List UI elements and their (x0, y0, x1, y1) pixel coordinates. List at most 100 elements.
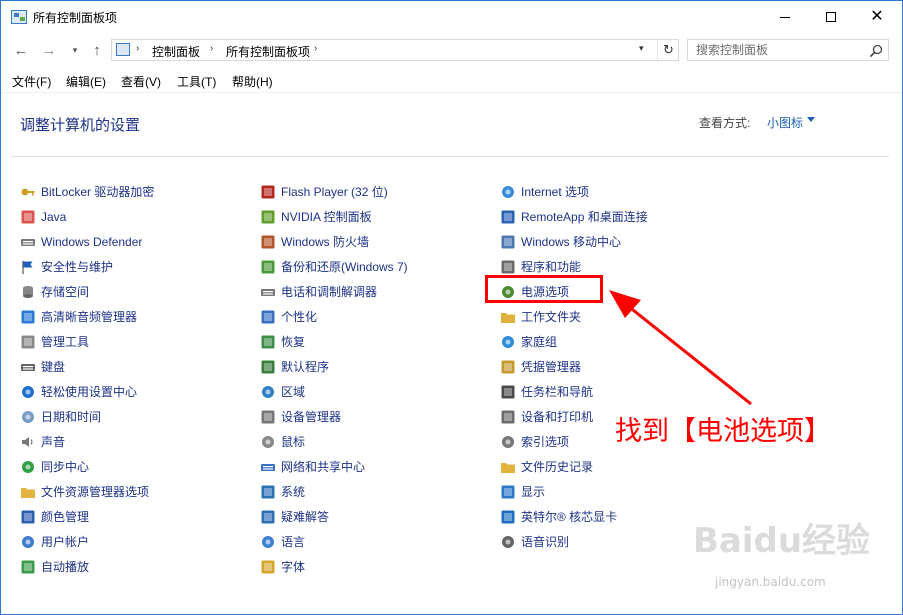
control-panel-item[interactable]: Windows 移动中心 (500, 229, 648, 254)
control-panel-item-label[interactable]: Flash Player (32 位) (281, 183, 388, 200)
control-panel-item-label[interactable]: NVIDIA 控制面板 (281, 208, 372, 225)
control-panel-item[interactable]: 默认程序 (260, 354, 408, 379)
control-panel-item-label[interactable]: 疑难解答 (281, 508, 329, 525)
control-panel-item[interactable]: 电话和调制解调器 (260, 279, 408, 304)
control-panel-item-label[interactable]: 轻松使用设置中心 (41, 383, 137, 400)
control-panel-item-label[interactable]: 英特尔® 核芯显卡 (521, 508, 617, 525)
search-box[interactable] (687, 39, 889, 61)
up-button[interactable]: ↑ (87, 41, 107, 59)
control-panel-item-label[interactable]: 电话和调制解调器 (281, 283, 377, 300)
control-panel-item-label[interactable]: 键盘 (41, 358, 65, 375)
control-panel-item-label[interactable]: Java (41, 210, 66, 224)
control-panel-item-label[interactable]: 工作文件夹 (521, 308, 581, 325)
control-panel-item-label[interactable]: 高清晰音频管理器 (41, 308, 137, 325)
control-panel-item-label[interactable]: 显示 (521, 483, 545, 500)
control-panel-item[interactable]: 声音 (20, 429, 154, 454)
control-panel-item-label[interactable]: 个性化 (281, 308, 317, 325)
control-panel-item[interactable]: Java (20, 204, 154, 229)
menu-tools[interactable]: 工具(T) (177, 73, 216, 90)
control-panel-item-label[interactable]: 安全性与维护 (41, 258, 113, 275)
control-panel-item-label[interactable]: 鼠标 (281, 433, 305, 450)
control-panel-item[interactable]: 显示 (500, 479, 648, 504)
control-panel-item[interactable]: 设备管理器 (260, 404, 408, 429)
control-panel-item[interactable]: Windows Defender (20, 229, 154, 254)
control-panel-item-label[interactable]: 日期和时间 (41, 408, 101, 425)
control-panel-item-label[interactable]: 家庭组 (521, 333, 557, 350)
address-bar[interactable]: › 控制面板 › 所有控制面板项 › ▾ ↻ (111, 39, 679, 61)
control-panel-item[interactable]: 自动播放 (20, 554, 154, 579)
control-panel-item[interactable]: 存储空间 (20, 279, 154, 304)
control-panel-item[interactable]: 个性化 (260, 304, 408, 329)
control-panel-item[interactable]: 系统 (260, 479, 408, 504)
view-by-dropdown[interactable]: 小图标 (767, 114, 803, 131)
menu-help[interactable]: 帮助(H) (232, 73, 273, 90)
control-panel-item-label[interactable]: Windows Defender (41, 235, 142, 249)
control-panel-item-label[interactable]: 颜色管理 (41, 508, 89, 525)
control-panel-item[interactable]: 用户帐户 (20, 529, 154, 554)
control-panel-item-label[interactable]: Internet 选项 (521, 183, 589, 200)
breadcrumb-all-items[interactable]: 所有控制面板项 (226, 43, 310, 60)
control-panel-item[interactable]: 同步中心 (20, 454, 154, 479)
control-panel-item[interactable]: 语音识别 (500, 529, 648, 554)
control-panel-item[interactable]: 英特尔® 核芯显卡 (500, 504, 648, 529)
refresh-button[interactable]: ↻ (657, 40, 679, 60)
recent-locations-button[interactable]: ▾ (65, 41, 85, 59)
control-panel-item-label[interactable]: 自动播放 (41, 558, 89, 575)
control-panel-item-label[interactable]: 管理工具 (41, 333, 89, 350)
control-panel-item-label[interactable]: Windows 防火墙 (281, 233, 369, 250)
chevron-down-icon[interactable] (807, 117, 815, 122)
search-input[interactable] (688, 40, 866, 60)
control-panel-item-label[interactable]: 网络和共享中心 (281, 458, 365, 475)
control-panel-item[interactable]: 语言 (260, 529, 408, 554)
control-panel-item-label[interactable]: 默认程序 (281, 358, 329, 375)
minimize-button[interactable] (762, 1, 808, 33)
control-panel-item-label[interactable]: 声音 (41, 433, 65, 450)
address-history-dropdown[interactable]: ▾ (639, 43, 644, 54)
control-panel-item-label[interactable]: 存储空间 (41, 283, 89, 300)
control-panel-item[interactable]: 网络和共享中心 (260, 454, 408, 479)
control-panel-item-label[interactable]: 文件资源管理器选项 (41, 483, 149, 500)
control-panel-item-label[interactable]: 系统 (281, 483, 305, 500)
control-panel-item[interactable]: RemoteApp 和桌面连接 (500, 204, 648, 229)
control-panel-item[interactable]: BitLocker 驱动器加密 (20, 179, 154, 204)
control-panel-item[interactable]: 高清晰音频管理器 (20, 304, 154, 329)
control-panel-item[interactable]: 文件历史记录 (500, 454, 648, 479)
back-button[interactable]: ← (11, 41, 31, 59)
control-panel-item-label[interactable]: 设备管理器 (281, 408, 341, 425)
control-panel-item[interactable]: 安全性与维护 (20, 254, 154, 279)
control-panel-item-label[interactable]: 设备和打印机 (521, 408, 593, 425)
control-panel-item-label[interactable]: BitLocker 驱动器加密 (41, 183, 154, 200)
control-panel-item-label[interactable]: 同步中心 (41, 458, 89, 475)
control-panel-item[interactable]: Internet 选项 (500, 179, 648, 204)
control-panel-item[interactable]: 疑难解答 (260, 504, 408, 529)
control-panel-item-label[interactable]: 字体 (281, 558, 305, 575)
control-panel-item[interactable]: 字体 (260, 554, 408, 579)
maximize-button[interactable] (808, 1, 854, 33)
control-panel-item-label[interactable]: 凭据管理器 (521, 358, 581, 375)
control-panel-item-label[interactable]: 任务栏和导航 (521, 383, 593, 400)
control-panel-item-label[interactable]: 恢复 (281, 333, 305, 350)
control-panel-item[interactable]: 备份和还原(Windows 7) (260, 254, 408, 279)
control-panel-item-label[interactable]: 区域 (281, 383, 305, 400)
menu-edit[interactable]: 编辑(E) (66, 73, 106, 90)
menu-file[interactable]: 文件(F) (12, 73, 51, 90)
control-panel-item[interactable]: 文件资源管理器选项 (20, 479, 154, 504)
forward-button[interactable]: → (39, 41, 59, 59)
control-panel-item-label[interactable]: RemoteApp 和桌面连接 (521, 208, 648, 225)
control-panel-item[interactable]: NVIDIA 控制面板 (260, 204, 408, 229)
menu-view[interactable]: 查看(V) (121, 73, 161, 90)
control-panel-item-label[interactable]: Windows 移动中心 (521, 233, 621, 250)
control-panel-item[interactable]: 管理工具 (20, 329, 154, 354)
control-panel-item[interactable]: 键盘 (20, 354, 154, 379)
control-panel-item[interactable]: Flash Player (32 位) (260, 179, 408, 204)
control-panel-item-label[interactable]: 程序和功能 (521, 258, 581, 275)
control-panel-item[interactable]: 日期和时间 (20, 404, 154, 429)
control-panel-item[interactable]: Windows 防火墙 (260, 229, 408, 254)
control-panel-item-label[interactable]: 语言 (281, 533, 305, 550)
search-icon[interactable] (868, 43, 884, 59)
close-button[interactable]: ✕ (854, 1, 900, 33)
control-panel-item[interactable]: 恢复 (260, 329, 408, 354)
control-panel-item[interactable]: 颜色管理 (20, 504, 154, 529)
control-panel-item-label[interactable]: 索引选项 (521, 433, 569, 450)
breadcrumb-separator-icon[interactable]: › (210, 43, 213, 54)
